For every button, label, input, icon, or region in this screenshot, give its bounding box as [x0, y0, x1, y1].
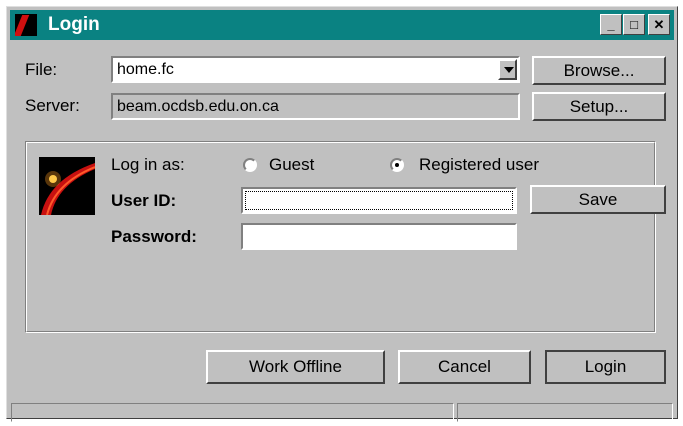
- browse-button[interactable]: Browse...: [532, 56, 666, 85]
- file-dropdown[interactable]: home.fc: [111, 56, 520, 83]
- login-button[interactable]: Login: [545, 350, 666, 384]
- focus-rect: [245, 191, 513, 210]
- work-offline-button[interactable]: Work Offline: [206, 350, 385, 384]
- file-label: File:: [25, 60, 58, 79]
- close-button[interactable]: ✕: [648, 14, 670, 35]
- registered-user-radio-label[interactable]: Registered user: [419, 155, 539, 175]
- cancel-button[interactable]: Cancel: [398, 350, 531, 384]
- status-panel-right: [457, 403, 673, 422]
- user-id-label: User ID:: [111, 191, 177, 210]
- server-field: beam.ocdsb.edu.on.ca: [111, 93, 520, 120]
- file-value: home.fc: [117, 61, 174, 78]
- password-input[interactable]: [241, 223, 517, 250]
- status-panel-left: [11, 403, 454, 422]
- password-label: Password:: [111, 227, 197, 246]
- minimize-button[interactable]: _: [600, 14, 622, 35]
- title-bar[interactable]: Login _ □ ✕: [10, 10, 674, 40]
- radio-selected-dot: [395, 163, 399, 167]
- login-as-label: Log in as:: [111, 155, 185, 174]
- setup-button[interactable]: Setup...: [532, 92, 666, 121]
- brand-logo-icon: [39, 157, 95, 215]
- maximize-button[interactable]: □: [623, 14, 645, 35]
- user-id-input[interactable]: [241, 187, 517, 214]
- server-label: Server:: [25, 96, 80, 115]
- app-logo-icon[interactable]: [15, 14, 37, 36]
- registered-user-radio[interactable]: [390, 158, 404, 172]
- login-window: Login _ □ ✕ File: home.fc Browse... Serv…: [6, 6, 678, 422]
- window-title: Login: [48, 14, 100, 35]
- chevron-down-icon[interactable]: [498, 59, 517, 80]
- guest-radio[interactable]: [243, 158, 257, 172]
- save-button[interactable]: Save: [530, 185, 666, 214]
- guest-radio-label[interactable]: Guest: [269, 155, 314, 175]
